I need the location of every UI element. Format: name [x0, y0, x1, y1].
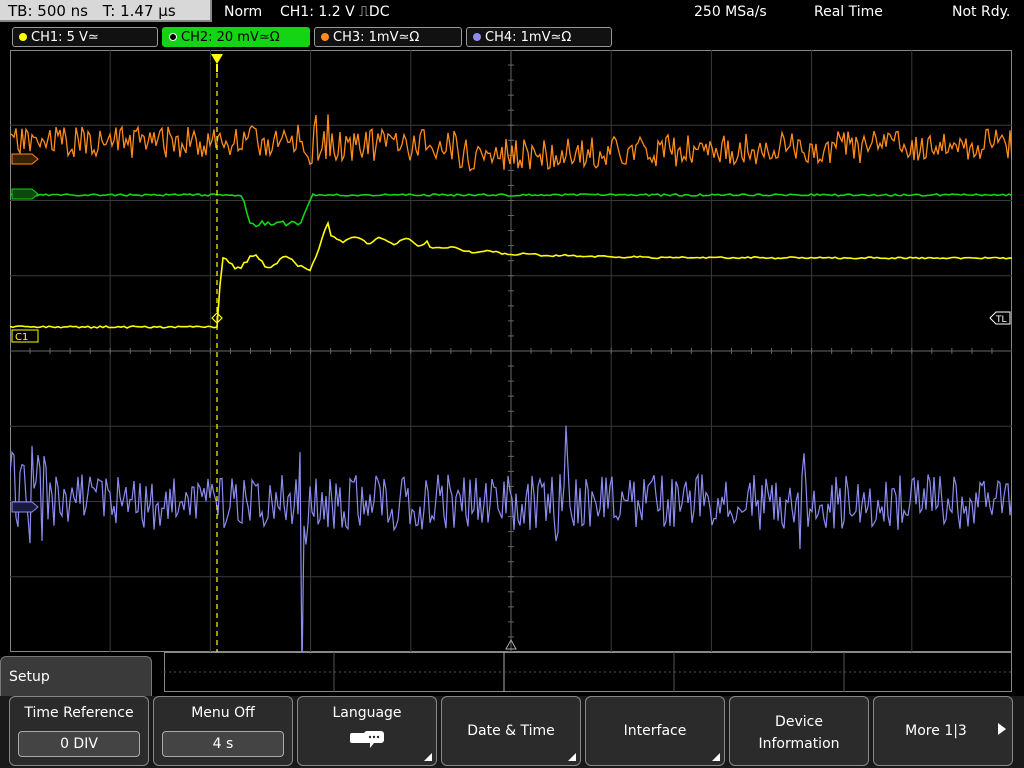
channel-ch1-tab[interactable]: CH1: 5 V≃ [12, 27, 158, 47]
interface-softkey[interactable]: Interface [585, 696, 725, 766]
device-information-softkey[interactable]: Device Information [729, 696, 869, 766]
interface-label: Interface [623, 723, 687, 739]
ch1-label: CH1: 5 V≃ [31, 30, 99, 45]
menu-off-value: 4 s [162, 731, 284, 757]
submenu-indicator-icon [568, 753, 576, 761]
date-time-softkey[interactable]: Date & Time [441, 696, 581, 766]
date-time-label: Date & Time [467, 723, 555, 739]
menu-off-softkey[interactable]: Menu Off 4 s [153, 696, 293, 766]
ch4-color-dot [473, 32, 481, 41]
trigger-time-value: T: 1.47 µs [102, 2, 176, 20]
trigger-level-text: TL [995, 315, 1007, 325]
ch3-color-dot [321, 32, 329, 41]
trigger-info[interactable]: CH1: 1.2 V ⎍DC [280, 0, 389, 24]
channel-ch4-tab[interactable]: CH4: 1mV≃Ω [466, 27, 612, 47]
timebase-box[interactable]: TB: 500 ns T: 1.47 µs [0, 0, 212, 22]
waveform-display[interactable]: C1 TL [10, 50, 1012, 652]
status-bar: TB: 500 ns T: 1.47 µs Norm CH1: 1.2 V ⎍D… [0, 0, 1024, 24]
submenu-indicator-icon [424, 753, 432, 761]
sample-rate: 250 MSa/s [694, 4, 767, 20]
timebase-value: TB: 500 ns [8, 2, 88, 20]
device-info-line1: Device [775, 714, 823, 730]
channel-ch3-tab[interactable]: CH3: 1mV≃Ω [314, 27, 462, 47]
ch2-label: CH2: 20 mV≃Ω [181, 30, 280, 45]
next-page-arrow-icon [998, 723, 1006, 735]
language-softkey[interactable]: Language [297, 696, 437, 766]
time-reference-label: Time Reference [24, 705, 134, 721]
ch2-offset-marker[interactable] [11, 188, 39, 200]
overview-strip [164, 652, 1012, 692]
menu-title: Setup [9, 669, 50, 685]
menu-title-tab: Setup [0, 656, 152, 696]
more-label: More 1|3 [905, 723, 967, 739]
ch1-marker-text: C1 [15, 332, 28, 343]
ch4-label: CH4: 1mV≃Ω [485, 30, 572, 45]
more-softkey[interactable]: More 1|3 [873, 696, 1013, 766]
language-label: Language [332, 705, 402, 721]
ch4-offset-marker[interactable] [11, 501, 39, 513]
time-reference-value: 0 DIV [18, 731, 140, 757]
trigger-mode[interactable]: Norm [224, 0, 262, 24]
softkey-bar: Time Reference 0 DIV Menu Off 4 s Langua… [0, 696, 1024, 768]
acquisition-mode: Real Time [814, 4, 883, 20]
ch3-label: CH3: 1mV≃Ω [333, 30, 420, 45]
channel-ch2-tab[interactable]: CH2: 20 mV≃Ω [162, 27, 310, 47]
channel-bar: CH1: 5 V≃ CH2: 20 mV≃Ω CH3: 1mV≃Ω CH4: 1… [0, 26, 1024, 48]
device-info-line2: Information [758, 736, 840, 752]
ch1-offset-marker[interactable]: C1 [11, 329, 39, 343]
time-reference-softkey[interactable]: Time Reference 0 DIV [9, 696, 149, 766]
menu-off-label: Menu Off [191, 705, 255, 721]
acquisition-status: Not Rdy. [952, 4, 1011, 20]
ch1-color-dot [19, 32, 27, 41]
speech-bubbles-icon [350, 731, 384, 748]
ch3-offset-marker[interactable] [11, 153, 39, 165]
submenu-indicator-icon [712, 753, 720, 761]
ch2-color-dot [169, 32, 177, 41]
